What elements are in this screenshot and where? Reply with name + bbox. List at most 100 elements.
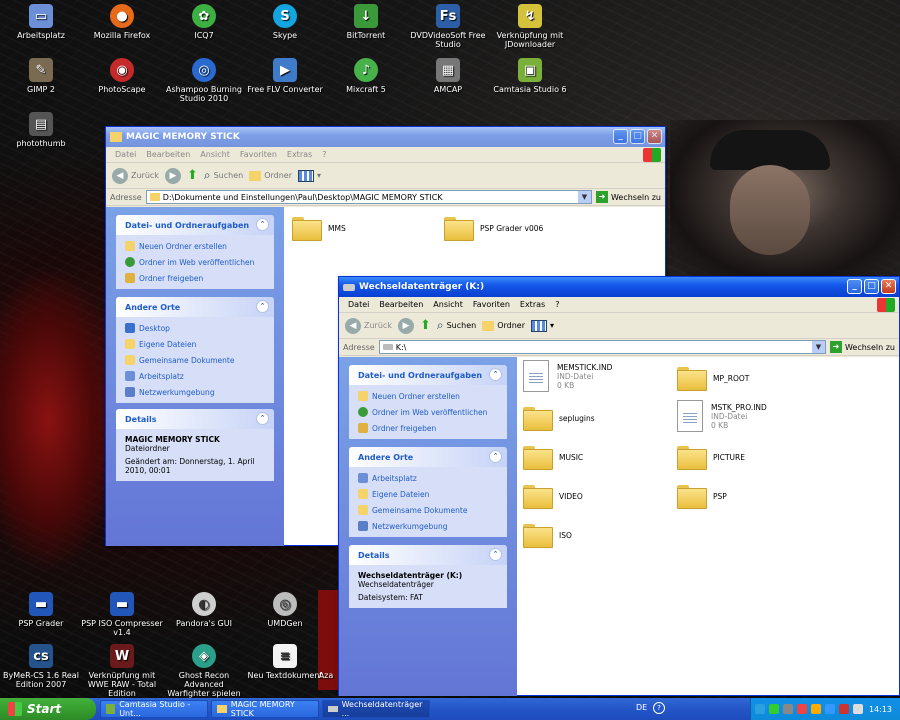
forward-button[interactable]: ▶: [397, 317, 414, 334]
file-item-mstk-pro-ind[interactable]: MSTK_PRO.IND IND-Datei 0 KB: [677, 400, 767, 432]
close-button[interactable]: ✕: [881, 279, 896, 294]
place-my-documents[interactable]: Eigene Dateien: [349, 486, 507, 502]
desktop-icon-photoscape[interactable]: ◉ PhotoScape: [81, 58, 163, 94]
minimize-button[interactable]: _: [613, 129, 628, 144]
folder-item-music[interactable]: MUSIC: [523, 446, 583, 470]
explorer-window-removable-disk[interactable]: Wechseldatenträger (K:) _ □ ✕ Datei Bear…: [338, 276, 900, 696]
collapse-icon[interactable]: ⌃: [256, 300, 269, 313]
panel-header[interactable]: Details ⌃: [116, 409, 274, 429]
title-bar[interactable]: MAGIC MEMORY STICK _ □ ✕: [106, 127, 665, 147]
folder-item-mms[interactable]: MMS: [292, 217, 346, 241]
folder-item-psp-grader[interactable]: PSP Grader v006: [444, 217, 543, 241]
language-indicator[interactable]: DE: [636, 703, 647, 712]
collapse-icon[interactable]: ⌃: [489, 450, 502, 463]
tray-skype-icon[interactable]: [825, 704, 835, 714]
place-my-computer[interactable]: Arbeitsplatz: [116, 368, 274, 384]
desktop-icon-mixcraft[interactable]: ♪ Mixcraft 5: [325, 58, 407, 94]
panel-header[interactable]: Andere Orte ⌃: [349, 447, 507, 467]
task-share-folder[interactable]: Ordner freigeben: [349, 420, 507, 436]
desktop-icon-ghost-recon[interactable]: ◈ Ghost Recon Advanced Warfighter spielen: [163, 644, 245, 698]
panel-header[interactable]: Details ⌃: [349, 545, 507, 565]
clock[interactable]: 14:13: [869, 705, 892, 714]
language-help-icon[interactable]: ?: [653, 702, 665, 714]
desktop-icon-cs[interactable]: cs ByMeR-CS 1.6 Real Edition 2007: [0, 644, 82, 689]
folder-item-video[interactable]: VIDEO: [523, 485, 583, 509]
back-button[interactable]: ◀ Zurück: [345, 317, 392, 334]
address-input[interactable]: D:\Dokumente und Einstellungen\Paul\Desk…: [145, 190, 592, 204]
task-new-folder[interactable]: Neuen Ordner erstellen: [349, 388, 507, 404]
desktop-icon-camtasia[interactable]: ▣ Camtasia Studio 6: [489, 58, 571, 94]
place-my-computer[interactable]: Arbeitsplatz: [349, 470, 507, 486]
menu-favoriten[interactable]: Favoriten: [468, 300, 515, 309]
title-bar[interactable]: Wechseldatenträger (K:) _ □ ✕: [339, 277, 899, 297]
desktop-icon-skype[interactable]: S Skype: [244, 4, 326, 40]
place-shared-documents[interactable]: Gemeinsame Dokumente: [349, 502, 507, 518]
desktop-icon-icq[interactable]: ✿ ICQ7: [163, 4, 245, 40]
folder-item-seplugins[interactable]: seplugins: [523, 407, 595, 431]
folder-item-mp-root[interactable]: MP_ROOT: [677, 367, 749, 391]
menu-favoriten[interactable]: Favoriten: [235, 150, 282, 159]
desktop-icon-jdownloader[interactable]: ↯ Verknüpfung mit JDownloader: [489, 4, 571, 49]
tray-update-icon[interactable]: [811, 704, 821, 714]
views-button[interactable]: ▾: [531, 319, 554, 332]
desktop-icon-psp-iso[interactable]: ▬ PSP ISO Compresser v1.4: [81, 592, 163, 637]
search-button[interactable]: ⌕ Suchen: [437, 318, 476, 333]
folder-item-psp[interactable]: PSP: [677, 485, 727, 509]
folders-button[interactable]: Ordner: [482, 320, 525, 331]
task-new-folder[interactable]: Neuen Ordner erstellen: [116, 238, 274, 254]
taskbar-item-camtasia[interactable]: Camtasia Studio - Unt...: [100, 700, 208, 718]
menu-help[interactable]: ?: [550, 300, 564, 309]
place-my-documents[interactable]: Eigene Dateien: [116, 336, 274, 352]
desktop-icon-psp-grader[interactable]: ▬ PSP Grader: [0, 592, 82, 628]
tray-security-icon[interactable]: [839, 704, 849, 714]
collapse-icon[interactable]: ⌃: [489, 548, 502, 561]
menu-bearbeiten[interactable]: Bearbeiten: [141, 150, 195, 159]
desktop-icon-photothumb[interactable]: ▤ photothumb: [0, 112, 82, 148]
task-publish-web[interactable]: Ordner im Web veröffentlichen: [116, 254, 274, 270]
place-desktop[interactable]: Desktop: [116, 320, 274, 336]
menu-ansicht[interactable]: Ansicht: [195, 150, 235, 159]
file-item-memstick-ind[interactable]: MEMSTICK.IND IND-Datei 0 KB: [523, 360, 612, 392]
desktop-icon-gimp[interactable]: ✎ GIMP 2: [0, 58, 82, 94]
close-button[interactable]: ✕: [647, 129, 662, 144]
go-button[interactable]: ➜ Wechseln zu: [829, 341, 899, 353]
folder-item-picture[interactable]: PICTURE: [677, 446, 745, 470]
desktop-icon-pandora[interactable]: ◐ Pandora's GUI: [163, 592, 245, 628]
place-shared-documents[interactable]: Gemeinsame Dokumente: [116, 352, 274, 368]
desktop-icon-amcap[interactable]: ▦ AMCAP: [407, 58, 489, 94]
tray-usb-icon[interactable]: [853, 704, 863, 714]
panel-header[interactable]: Datei- und Ordneraufgaben ⌃: [116, 215, 274, 235]
start-button[interactable]: Start: [0, 698, 96, 720]
up-button[interactable]: ⬆: [187, 168, 198, 183]
menu-ansicht[interactable]: Ansicht: [428, 300, 468, 309]
panel-header[interactable]: Datei- und Ordneraufgaben ⌃: [349, 365, 507, 385]
panel-header[interactable]: Andere Orte ⌃: [116, 297, 274, 317]
go-button[interactable]: ➜ Wechseln zu: [595, 191, 665, 203]
desktop-icon-ashampoo[interactable]: ◎ Ashampoo Burning Studio 2010: [163, 58, 245, 103]
desktop-icon-dvdvideosoft[interactable]: Fs DVDVideoSoft Free Studio: [407, 4, 489, 49]
address-input[interactable]: K:\ ▼: [378, 340, 826, 354]
menu-datei[interactable]: Datei: [343, 300, 374, 309]
minimize-button[interactable]: _: [847, 279, 862, 294]
maximize-button[interactable]: □: [630, 129, 645, 144]
desktop-icon-arbeitsplatz[interactable]: ▭ Arbeitsplatz: [0, 4, 82, 40]
up-button[interactable]: ⬆: [420, 318, 431, 333]
place-network[interactable]: Netzwerkumgebung: [116, 384, 274, 400]
tray-antivirus-icon[interactable]: [797, 704, 807, 714]
tray-network-icon[interactable]: [755, 704, 765, 714]
folders-button[interactable]: Ordner: [249, 170, 292, 181]
task-share-folder[interactable]: Ordner freigeben: [116, 270, 274, 286]
taskbar-item-removable-disk[interactable]: Wechseldatenträger ...: [322, 700, 430, 718]
menu-extras[interactable]: Extras: [515, 300, 550, 309]
chevron-down-icon[interactable]: ▼: [811, 341, 825, 353]
views-button[interactable]: ▾: [298, 169, 321, 182]
desktop-icon-flv[interactable]: ▶ Free FLV Converter: [244, 58, 326, 94]
collapse-icon[interactable]: ⌃: [256, 412, 269, 425]
maximize-button[interactable]: □: [864, 279, 879, 294]
menu-bearbeiten[interactable]: Bearbeiten: [374, 300, 428, 309]
taskbar-item-magic-memory-stick[interactable]: MAGIC MEMORY STICK: [211, 700, 319, 718]
desktop-icon-wwe[interactable]: W Verknüpfung mit WWE RAW - Total Edition: [81, 644, 163, 698]
forward-button[interactable]: ▶: [164, 167, 181, 184]
task-publish-web[interactable]: Ordner im Web veröffentlichen: [349, 404, 507, 420]
tray-volume-icon[interactable]: [783, 704, 793, 714]
